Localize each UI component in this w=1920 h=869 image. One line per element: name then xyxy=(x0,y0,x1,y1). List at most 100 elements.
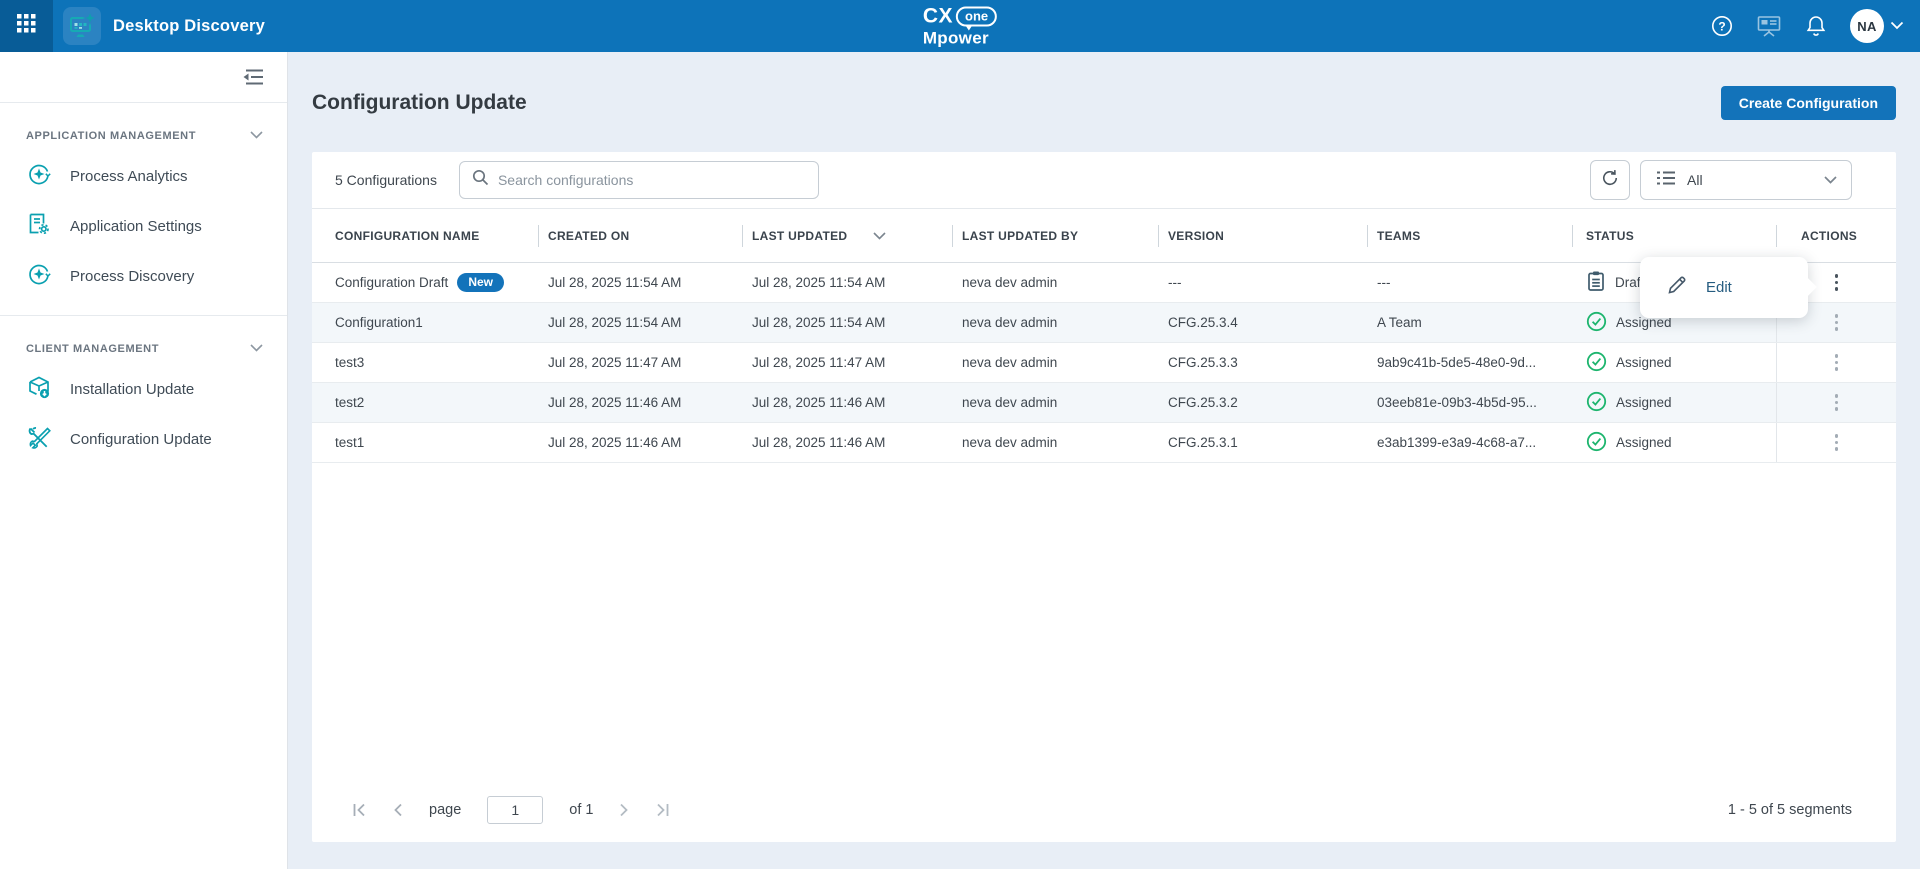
sidebar-item-label: Installation Update xyxy=(70,381,194,398)
configurations-table: CONFIGURATION NAME CREATED ON LAST UPDAT… xyxy=(312,208,1896,463)
topbar-actions: ? NA xyxy=(1711,9,1920,43)
edit-menu-item-label: Edit xyxy=(1706,279,1732,296)
configuration-name: test2 xyxy=(335,395,364,410)
app-launcher-button[interactable] xyxy=(0,0,53,52)
section-application-management[interactable]: APPLICATION MANAGEMENT xyxy=(0,121,287,151)
configurations-count: 5 Configurations xyxy=(335,172,437,188)
next-page-icon[interactable] xyxy=(619,803,629,817)
presentation-icon[interactable] xyxy=(1756,14,1782,38)
column-header-status[interactable]: STATUS xyxy=(1572,209,1776,262)
row-actions-kebab[interactable] xyxy=(1825,428,1849,457)
version: CFG.25.3.4 xyxy=(1158,303,1367,342)
chevron-down-icon xyxy=(250,130,263,142)
created-on: Jul 28, 2025 11:54 AM xyxy=(538,303,742,342)
chevron-down-icon xyxy=(1824,171,1837,189)
row-context-menu-edit[interactable]: Edit xyxy=(1640,257,1808,318)
section-client-management[interactable]: CLIENT MANAGEMENT xyxy=(0,334,287,364)
main-content: Configuration Update Create Configuratio… xyxy=(288,52,1920,869)
teams: e3ab1399-e3a9-4c68-a7... xyxy=(1367,423,1572,462)
row-actions-kebab[interactable] xyxy=(1825,268,1849,297)
row-actions-kebab[interactable] xyxy=(1825,308,1849,337)
column-header-teams[interactable]: TEAMS xyxy=(1367,209,1572,262)
last-page-icon[interactable] xyxy=(655,803,670,817)
sidebar: APPLICATION MANAGEMENT Process Analytics xyxy=(0,52,288,869)
search-configurations xyxy=(459,161,819,199)
column-header-version[interactable]: VERSION xyxy=(1158,209,1367,262)
last-updated: Jul 28, 2025 11:46 AM xyxy=(742,383,952,422)
last-updated-by: neva dev admin xyxy=(952,343,1158,382)
one-bubble: one xyxy=(956,6,997,26)
bell-icon[interactable] xyxy=(1805,14,1827,38)
created-on: Jul 28, 2025 11:54 AM xyxy=(538,263,742,302)
cxone-mpower-logo: CX one Mpower xyxy=(923,6,997,47)
configuration-name: test3 xyxy=(335,355,364,370)
chevron-down-icon xyxy=(250,343,263,355)
column-header-last-updated-by[interactable]: LAST UPDATED BY xyxy=(952,209,1158,262)
last-updated-by: neva dev admin xyxy=(952,423,1158,462)
chevron-down-icon xyxy=(1890,17,1904,35)
teams: 9ab9c41b-5de5-48e0-9d... xyxy=(1367,343,1572,382)
assigned-status-icon xyxy=(1586,391,1607,415)
status-label: Assigned xyxy=(1616,395,1672,410)
last-updated-by: neva dev admin xyxy=(952,383,1158,422)
refresh-button[interactable] xyxy=(1590,160,1630,200)
filter-selected-value: All xyxy=(1687,172,1814,188)
sidebar-item-configuration-update[interactable]: Configuration Update xyxy=(0,414,287,464)
sidebar-item-label: Application Settings xyxy=(70,218,202,235)
app-root: Desktop Discovery CX one Mpower ? xyxy=(0,0,1920,869)
row-actions-kebab[interactable] xyxy=(1825,388,1849,417)
brand: Desktop Discovery xyxy=(63,7,265,45)
top-header: Desktop Discovery CX one Mpower ? xyxy=(0,0,1920,52)
process-discovery-icon xyxy=(26,261,52,291)
sidebar-item-application-settings[interactable]: Application Settings xyxy=(0,201,287,251)
help-icon[interactable]: ? xyxy=(1711,15,1733,37)
table-toolbar: 5 Configurations xyxy=(312,152,1896,208)
sidebar-item-installation-update[interactable]: Installation Update xyxy=(0,364,287,414)
created-on: Jul 28, 2025 11:47 AM xyxy=(538,343,742,382)
first-page-icon[interactable] xyxy=(352,803,367,817)
create-configuration-button[interactable]: Create Configuration xyxy=(1721,86,1896,120)
created-on: Jul 28, 2025 11:46 AM xyxy=(538,383,742,422)
avatar: NA xyxy=(1850,9,1884,43)
mpower-text: Mpower xyxy=(923,30,997,47)
column-header-configuration-name[interactable]: CONFIGURATION NAME xyxy=(312,209,538,262)
pagination-bar: page of 1 1 - 5 of 5 segments xyxy=(312,778,1896,842)
table-row[interactable]: test1 Jul 28, 2025 11:46 AM Jul 28, 2025… xyxy=(312,423,1896,463)
page-number-input[interactable] xyxy=(487,796,543,824)
grid-icon xyxy=(17,14,36,38)
search-input[interactable] xyxy=(498,172,806,188)
sidebar-collapse-button[interactable] xyxy=(241,67,265,87)
sidebar-divider xyxy=(0,315,287,316)
installation-update-icon xyxy=(26,374,52,404)
previous-page-icon[interactable] xyxy=(393,803,403,817)
page-title: Configuration Update xyxy=(312,91,527,115)
user-menu[interactable]: NA xyxy=(1850,9,1904,43)
configuration-update-icon xyxy=(26,424,52,454)
last-updated: Jul 28, 2025 11:46 AM xyxy=(742,423,952,462)
sidebar-item-label: Process Analytics xyxy=(70,168,188,185)
pagination-summary: 1 - 5 of 5 segments xyxy=(1728,802,1852,818)
page-label: page xyxy=(429,802,461,818)
column-header-last-updated[interactable]: LAST UPDATED xyxy=(742,209,952,262)
row-actions-kebab[interactable] xyxy=(1825,348,1849,377)
status-label: Assigned xyxy=(1616,355,1672,370)
app-title: Desktop Discovery xyxy=(113,17,265,36)
configuration-name: test1 xyxy=(335,435,364,450)
assigned-status-icon xyxy=(1586,351,1607,375)
refresh-icon xyxy=(1600,168,1620,193)
table-row[interactable]: test2 Jul 28, 2025 11:46 AM Jul 28, 2025… xyxy=(312,383,1896,423)
configurations-card: 5 Configurations xyxy=(312,152,1896,842)
teams: --- xyxy=(1367,263,1572,302)
table-row[interactable]: test3 Jul 28, 2025 11:47 AM Jul 28, 2025… xyxy=(312,343,1896,383)
sidebar-item-process-discovery[interactable]: Process Discovery xyxy=(0,251,287,301)
of-label: of 1 xyxy=(569,802,593,818)
last-updated: Jul 28, 2025 11:54 AM xyxy=(742,303,952,342)
assigned-status-icon xyxy=(1586,311,1607,335)
sidebar-item-process-analytics[interactable]: Process Analytics xyxy=(0,151,287,201)
pencil-icon xyxy=(1666,274,1688,301)
status-filter-dropdown[interactable]: All xyxy=(1640,160,1852,200)
teams: A Team xyxy=(1367,303,1572,342)
column-header-created-on[interactable]: CREATED ON xyxy=(538,209,742,262)
draft-status-icon xyxy=(1586,270,1606,295)
search-icon xyxy=(472,169,489,191)
